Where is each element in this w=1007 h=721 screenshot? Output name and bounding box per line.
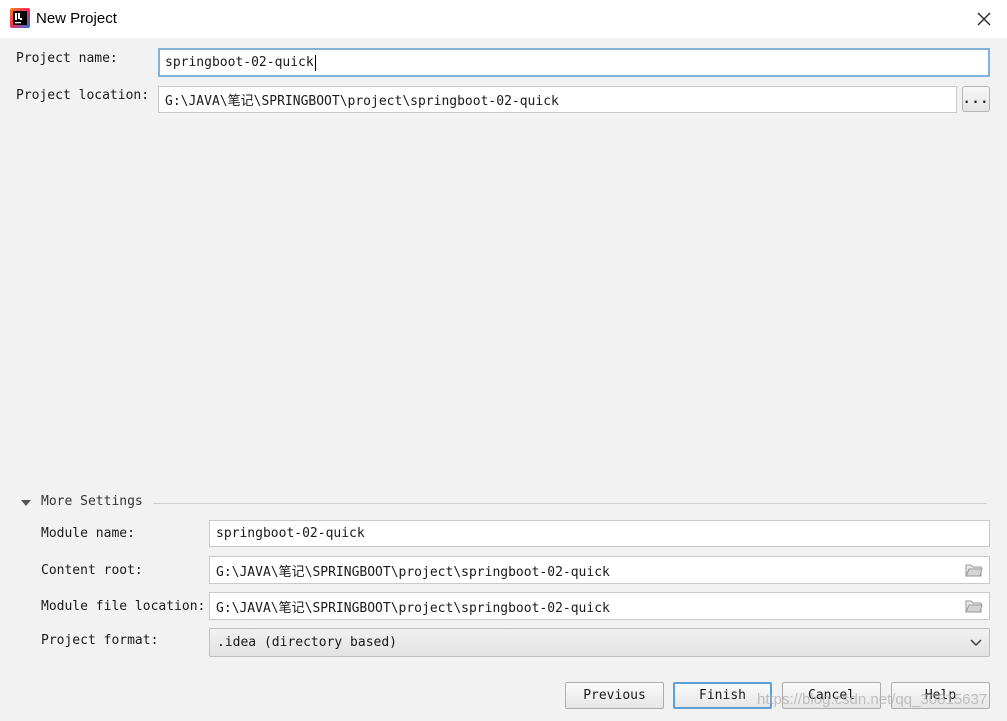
module-name-label: Module name: [41,526,135,541]
content-root-input[interactable]: G:\JAVA\笔记\SPRINGBOOT\project\springboot… [209,556,990,584]
watermark: https://blog.csdn.net/qq_30815637 [757,691,988,708]
close-button[interactable] [961,0,1007,38]
project-format-value: .idea (directory based) [217,635,398,650]
collapse-triangle-icon[interactable] [20,498,32,508]
browse-location-button[interactable]: ... [962,86,990,112]
content-root-label: Content root: [41,563,143,578]
project-name-value: springboot-02-quick [165,55,314,70]
project-location-input[interactable]: G:\JAVA\笔记\SPRINGBOOT\project\springboot… [158,86,957,113]
module-name-value: springboot-02-quick [216,526,365,541]
project-name-label: Project name: [16,51,118,66]
more-settings-title[interactable]: More Settings [41,494,143,509]
window-title: New Project [36,10,117,27]
module-file-location-input[interactable]: G:\JAVA\笔记\SPRINGBOOT\project\springboot… [209,592,990,620]
module-file-location-label: Module file location: [41,599,206,614]
title-bar: New Project [0,0,1007,38]
content-root-value: G:\JAVA\笔记\SPRINGBOOT\project\springboot… [216,564,610,580]
module-name-input[interactable]: springboot-02-quick [209,520,990,547]
project-name-input[interactable]: springboot-02-quick [158,48,990,77]
project-format-label: Project format: [41,633,159,648]
folder-icon[interactable] [965,599,983,613]
section-divider [153,503,987,504]
project-location-label: Project location: [16,88,150,103]
intellij-idea-icon [10,8,30,28]
project-location-value: G:\JAVA\笔记\SPRINGBOOT\project\springboot… [165,94,559,109]
folder-icon[interactable] [965,563,983,577]
project-format-select[interactable]: .idea (directory based) [209,628,990,657]
previous-button[interactable]: Previous [565,682,664,709]
text-caret [314,54,316,71]
chevron-down-icon [970,639,982,646]
module-file-location-value: G:\JAVA\笔记\SPRINGBOOT\project\springboot… [216,600,610,616]
close-icon [977,12,991,26]
